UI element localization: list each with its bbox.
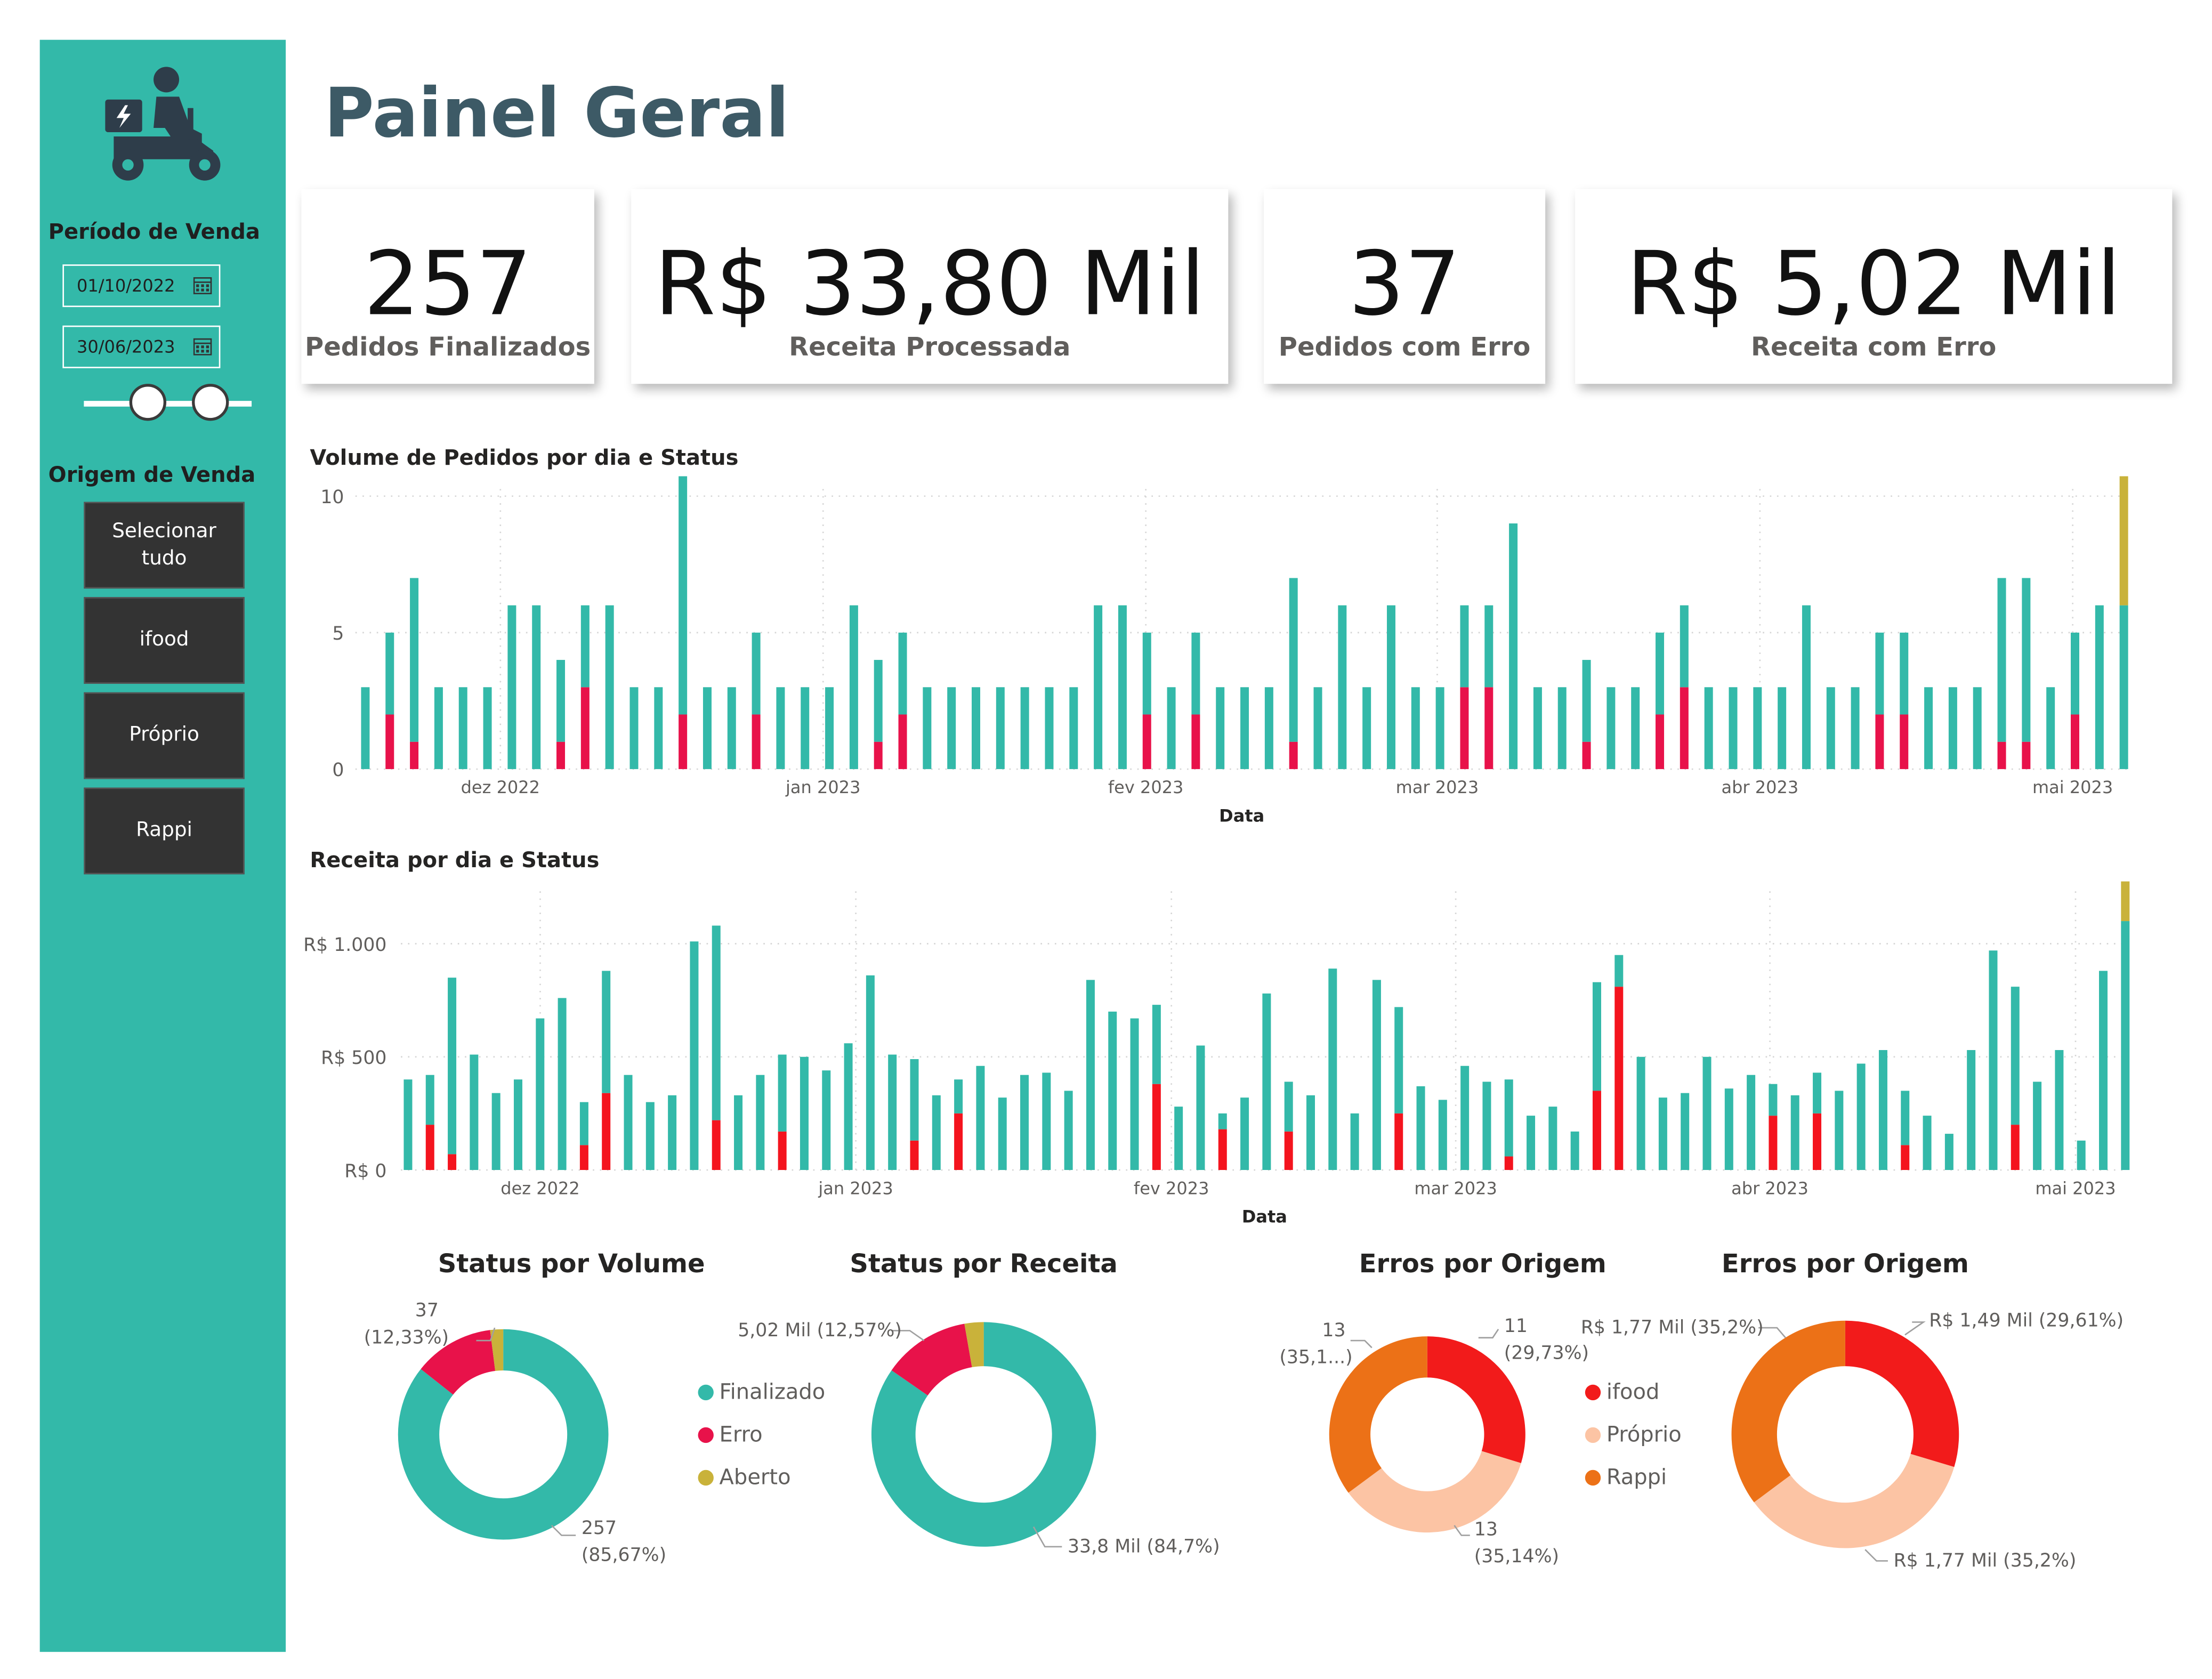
donut-slice-ifood[interactable]	[1845, 1320, 1959, 1467]
leader-line	[1904, 1321, 1926, 1336]
leader-line	[1478, 1328, 1499, 1339]
legend-finalizado[interactable]: Finalizado	[698, 1379, 826, 1405]
donut1-erro-pct: (12,33%)	[364, 1328, 449, 1350]
legend-proprio[interactable]: Próprio	[1585, 1422, 1682, 1447]
donut3-proprio-pct: (35,14%)	[1474, 1546, 1560, 1568]
legend-label: Erro	[719, 1422, 763, 1448]
donut3-ifood-value: 11	[1504, 1316, 1528, 1338]
leader-line	[1864, 1549, 1888, 1562]
legend-label: Próprio	[1606, 1422, 1682, 1448]
donut-charts	[398, 1320, 1959, 1562]
legend-label: Rappi	[1606, 1464, 1667, 1490]
legend-dot	[698, 1426, 714, 1442]
donut2-erro-label: 5,02 Mil (12,57%)	[738, 1320, 902, 1342]
legend-dot	[1585, 1384, 1601, 1400]
legend-dot	[1585, 1426, 1601, 1442]
donut3-ifood-pct: (29,73%)	[1504, 1343, 1589, 1365]
donut4-proprio-label: R$ 1,77 Mil (35,2%)	[1893, 1551, 2077, 1572]
legend-dot	[1585, 1469, 1601, 1485]
legend-ifood[interactable]: ifood	[1585, 1379, 1660, 1405]
donut3-proprio-value: 13	[1474, 1520, 1498, 1541]
donut2-main-label: 33,8 Mil (84,7%)	[1067, 1537, 1220, 1559]
donut-slice-rappi[interactable]	[1731, 1320, 1845, 1503]
donut1-main-pct: (85,67%)	[581, 1545, 667, 1567]
donut1-erro-value: 37	[415, 1301, 439, 1322]
donut3-rappi-value: 13	[1322, 1320, 1346, 1342]
leader-line	[1350, 1339, 1373, 1349]
dashboard-canvas: Período de Venda 01/10/2022 30/06/2023 O…	[0, 0, 2212, 1679]
donut4-ifood-label: R$ 1,49 Mil (29,61%)	[1929, 1311, 2124, 1333]
donut1-main-value: 257	[581, 1518, 617, 1540]
donut3-rappi-pct: (35,1...)	[1279, 1347, 1353, 1369]
legend-rappi[interactable]: Rappi	[1585, 1464, 1667, 1490]
legend-label: Aberto	[719, 1464, 791, 1490]
legend-dot	[698, 1384, 714, 1400]
legend-erro[interactable]: Erro	[698, 1422, 763, 1447]
leader-line	[551, 1524, 576, 1536]
donut4-rappi-label: R$ 1,77 Mil (35,2%)	[1580, 1318, 1764, 1339]
legend-label: Finalizado	[719, 1379, 826, 1405]
legend-aberto[interactable]: Aberto	[698, 1464, 791, 1490]
legend-label: ifood	[1606, 1379, 1660, 1405]
legend-dot	[698, 1469, 714, 1485]
